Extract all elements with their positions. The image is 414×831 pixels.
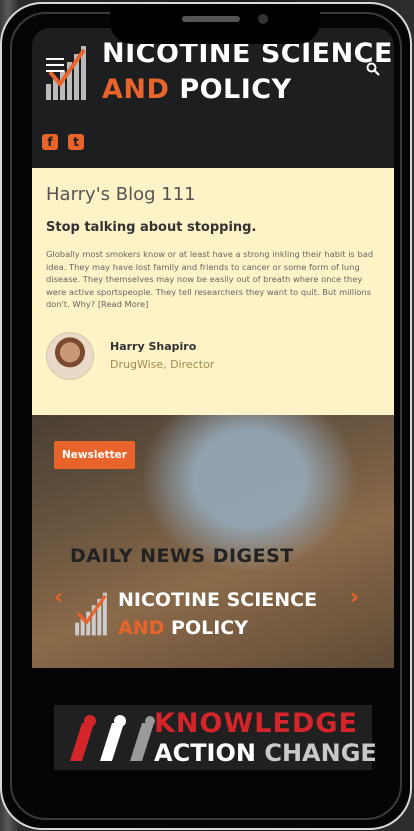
banner-logo-policy: POLICY [171,617,248,639]
logo-policy: POLICY [179,74,292,105]
kac-figures-icon [70,715,155,761]
digest-title: DAILY NEWS DIGEST [70,545,294,567]
social-links: f t [42,134,84,150]
kac-action: ACTION [154,739,256,767]
blog-title[interactable]: Harry's Blog 111 [46,184,196,205]
blog-excerpt: Globally most smokers know or at least h… [46,249,374,309]
logo-bars-icon [46,46,86,100]
website-screen: NICOTINE SCIENCE AND POLICY f t Harry's … [32,28,394,668]
banner-logo-line1: NICOTINE SCIENCE [118,589,318,611]
site-header: NICOTINE SCIENCE AND POLICY f t [32,28,394,168]
speaker-grille [182,16,240,22]
carousel-next-arrow[interactable]: › [350,585,359,610]
phone-notch [110,4,320,44]
search-icon[interactable] [366,62,380,76]
menu-icon[interactable] [46,58,64,72]
banner-logo-line2: AND POLICY [118,617,248,639]
author-name: Harry Shapiro [110,340,197,353]
twitter-icon[interactable]: t [68,134,84,150]
facebook-icon[interactable]: f [42,134,58,150]
blog-subtitle: Stop talking about stopping. [46,220,257,235]
blog-card: Harry's Blog 111 Stop talking about stop… [32,168,394,415]
logo-and: AND [102,74,170,105]
kac-action-change: ACTION CHANGE [154,739,377,767]
camera-icon [258,14,268,24]
kac-knowledge: KNOWLEDGE [154,708,358,739]
newsletter-button[interactable]: Newsletter [54,441,135,469]
carousel-prev-arrow[interactable]: ‹ [54,585,63,610]
banner-logo-and: AND [118,617,165,639]
kac-logo: KNOWLEDGE ACTION CHANGE [54,705,377,770]
kac-change: CHANGE [264,739,377,767]
author-avatar [46,332,94,380]
banner-logo-bars-icon [75,592,107,636]
author-role: DrugWise, Director [110,358,215,371]
newsletter-banner[interactable]: Newsletter DAILY NEWS DIGEST ‹ › NICOTIN… [32,415,394,668]
logo-title-line2[interactable]: AND POLICY [102,74,292,105]
